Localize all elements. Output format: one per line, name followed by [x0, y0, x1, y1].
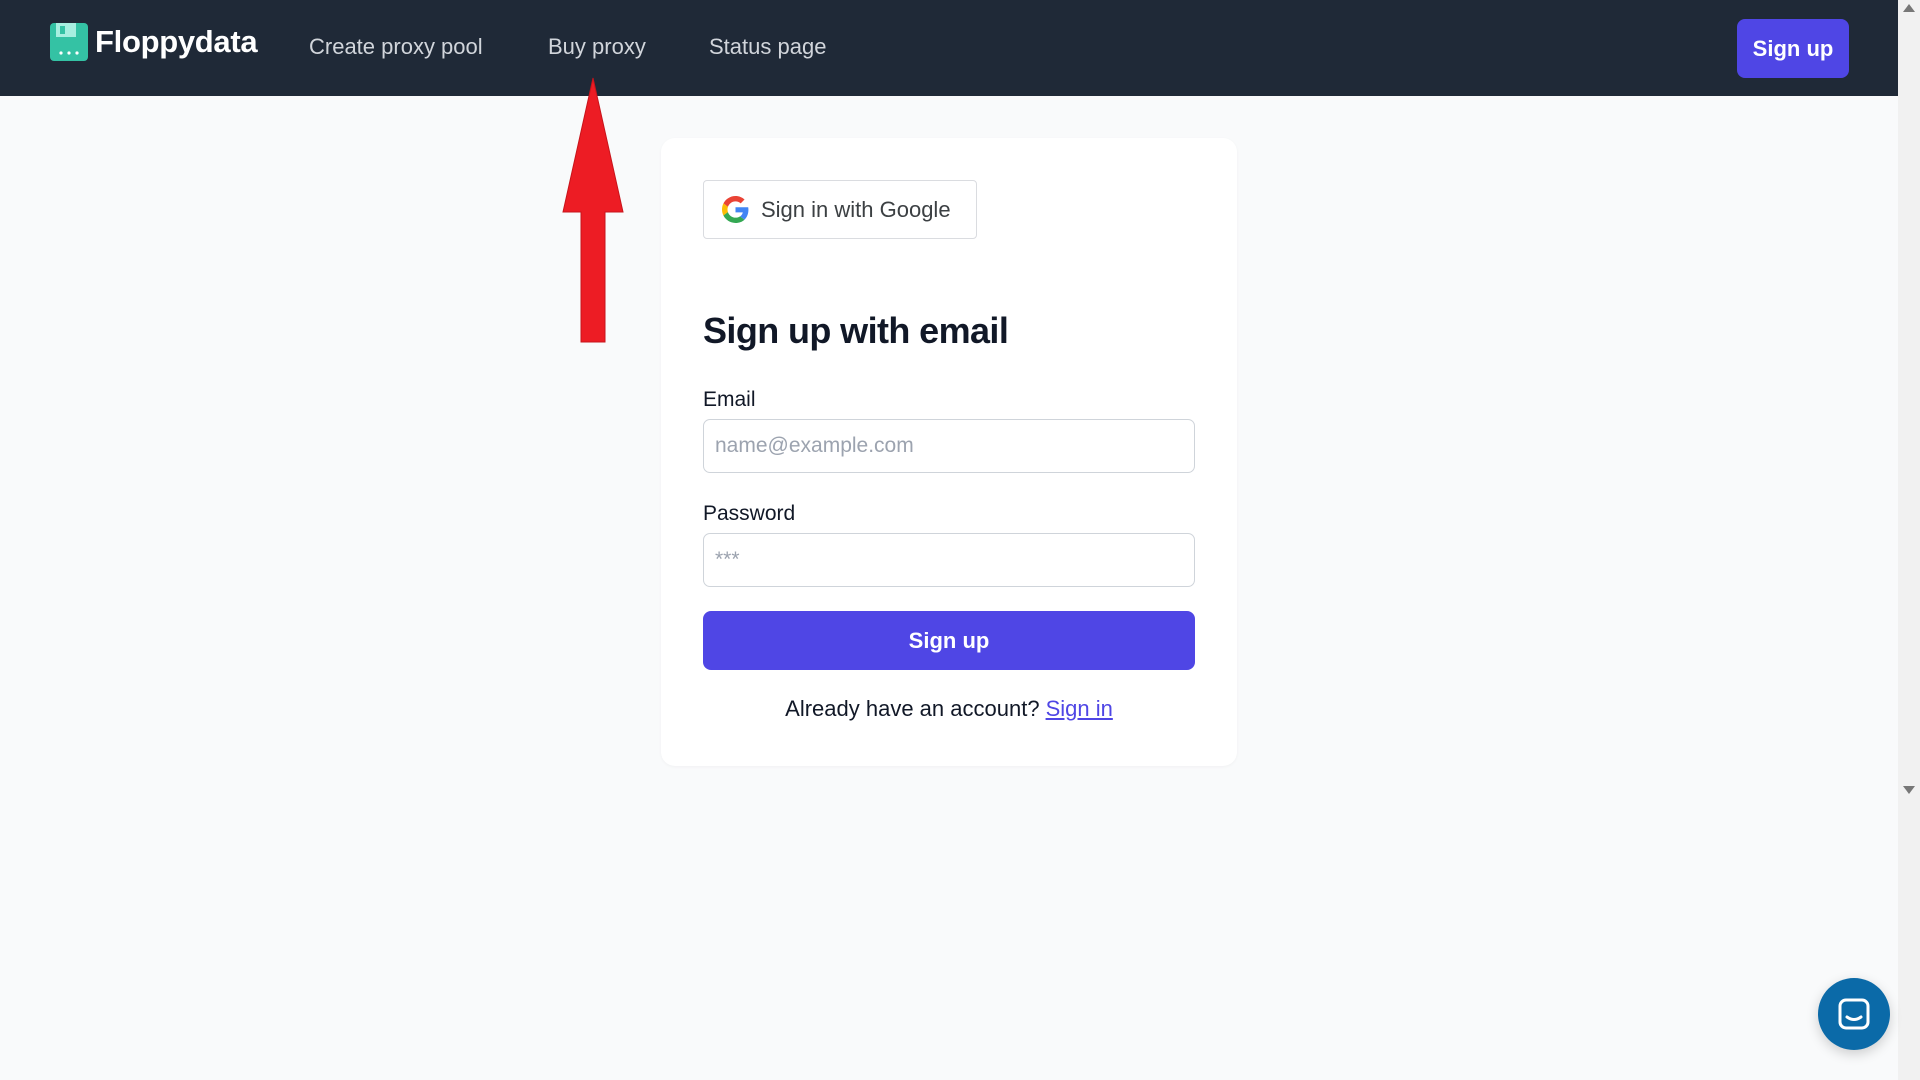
vertical-scrollbar[interactable]	[1898, 0, 1920, 1080]
google-signin-label: Sign in with Google	[761, 196, 951, 222]
nav-signup-button[interactable]: Sign up	[1737, 19, 1849, 78]
signup-card: Sign in with Google Sign up with email E…	[661, 138, 1237, 766]
signin-link[interactable]: Sign in	[1046, 696, 1113, 721]
scroll-up-arrow-icon[interactable]	[1903, 4, 1915, 12]
password-label: Password	[703, 502, 796, 525]
google-signin-button[interactable]: Sign in with Google	[703, 180, 977, 239]
annotation-arrow-icon	[562, 77, 624, 343]
form-heading: Sign up with email	[703, 310, 1009, 351]
signin-prompt-row: Already have an account? Sign in	[703, 696, 1195, 722]
nav-status-page[interactable]: Status page	[709, 34, 826, 60]
signup-submit-button[interactable]: Sign up	[703, 611, 1195, 670]
floppy-disk-icon	[50, 23, 88, 61]
email-label: Email	[703, 388, 756, 411]
google-g-icon	[722, 196, 749, 223]
chat-launcher-button[interactable]	[1818, 978, 1890, 1050]
nav-buy-proxy[interactable]: Buy proxy	[548, 34, 646, 60]
email-input[interactable]	[703, 419, 1195, 473]
brand-name: Floppydata	[95, 24, 258, 59]
top-navbar: Floppydata Create proxy pool Buy proxy S…	[0, 0, 1898, 96]
brand-logo-link[interactable]: Floppydata	[49, 20, 258, 64]
password-input[interactable]	[703, 533, 1195, 587]
signin-prompt-text: Already have an account?	[785, 696, 1040, 721]
nav-create-proxy-pool[interactable]: Create proxy pool	[309, 34, 483, 60]
scroll-down-arrow-icon[interactable]	[1903, 786, 1915, 794]
chat-bubble-icon	[1838, 998, 1870, 1030]
